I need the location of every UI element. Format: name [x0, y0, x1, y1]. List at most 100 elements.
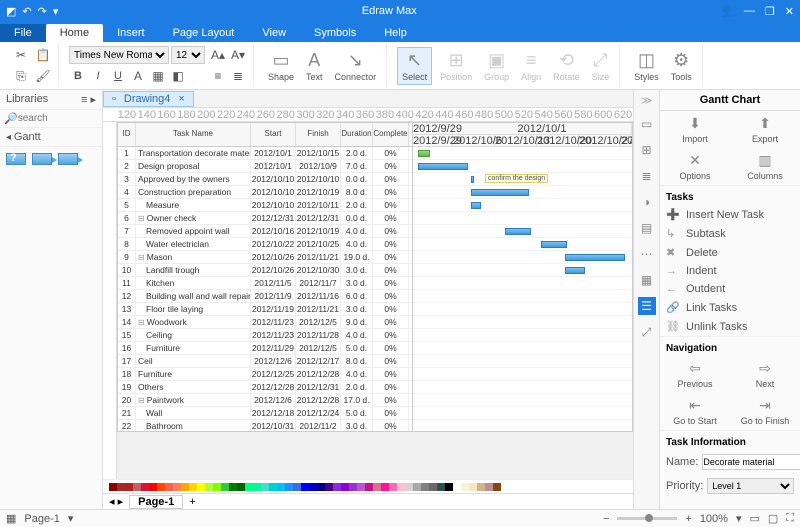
window-restore-icon[interactable]: ❐	[765, 5, 775, 18]
align-button[interactable]: ≡Align	[517, 48, 545, 84]
color-swatch[interactable]	[333, 483, 341, 491]
font-family-select[interactable]: Times New Roman	[69, 46, 169, 64]
color-swatch[interactable]	[109, 483, 117, 491]
add-page-icon[interactable]: +	[189, 496, 195, 508]
indent-button[interactable]: →Indent	[660, 262, 800, 280]
tab-file[interactable]: File	[0, 24, 46, 42]
bold-icon[interactable]: B	[69, 67, 87, 85]
tab-view[interactable]: View	[248, 24, 300, 42]
table-row[interactable]: 19Others2012/12/282012/12/312.0 d.0%	[118, 381, 412, 394]
table-row[interactable]: 18Furniture2012/12/252012/12/284.0 d.0%	[118, 368, 412, 381]
import-button[interactable]: ⬇Import	[665, 115, 725, 144]
color-swatch[interactable]	[437, 483, 445, 491]
table-row[interactable]: 6⊟Owner check2012/12/312012/12/310.0 d.0…	[118, 212, 412, 225]
select-button[interactable]: ↖Select	[397, 47, 432, 85]
color-swatch[interactable]	[285, 483, 293, 491]
libraries-menu-icon[interactable]: ≡ ▸	[81, 93, 96, 106]
close-tab-icon[interactable]: ×	[178, 93, 184, 105]
priority-select[interactable]: Level 1	[707, 478, 794, 494]
clear-format-icon[interactable]: ◧	[169, 67, 187, 85]
previous-button[interactable]: ⇦Previous	[665, 360, 725, 389]
font-color-icon[interactable]: A	[129, 67, 147, 85]
highlight-icon[interactable]: ▦	[149, 67, 167, 85]
unlink-tasks-button[interactable]: ⛓Unlink Tasks	[660, 317, 800, 336]
italic-icon[interactable]: I	[89, 67, 107, 85]
color-swatch[interactable]	[461, 483, 469, 491]
table-row[interactable]: 14⊟Woodwork2012/11/232012/12/59.0 d.0%	[118, 316, 412, 329]
window-minimize-icon[interactable]: —	[744, 5, 755, 18]
text-button[interactable]: AText	[302, 48, 327, 84]
color-swatch[interactable]	[221, 483, 229, 491]
sb-shape-icon[interactable]: ▭	[638, 115, 656, 133]
table-row[interactable]: 1Transportation decorate material2012/10…	[118, 147, 412, 160]
gantt-bar[interactable]	[505, 228, 531, 235]
gantt-shape-3[interactable]	[58, 153, 78, 165]
gantt-shape-2[interactable]	[32, 153, 52, 165]
color-swatch[interactable]	[421, 483, 429, 491]
window-user-icon[interactable]: 👤	[720, 5, 734, 18]
tab-home[interactable]: Home	[46, 24, 103, 42]
table-row[interactable]: 7Removed appoint wall2012/10/162012/10/1…	[118, 225, 412, 238]
color-swatch[interactable]	[157, 483, 165, 491]
shape-button[interactable]: ▭Shape	[264, 48, 298, 84]
insert-task-button[interactable]: ➕Insert New Task	[660, 205, 800, 224]
gantt-bar[interactable]	[471, 189, 529, 196]
subtask-button[interactable]: ↳Subtask	[660, 224, 800, 243]
outdent-button[interactable]: ←Outdent	[660, 280, 800, 298]
app-logo-icon[interactable]: ◩	[6, 5, 16, 18]
color-swatch[interactable]	[245, 483, 253, 491]
color-swatch[interactable]	[341, 483, 349, 491]
tab-insert[interactable]: Insert	[103, 24, 159, 42]
task-name-input[interactable]	[702, 454, 800, 470]
color-swatch[interactable]	[365, 483, 373, 491]
table-row[interactable]: 22Bathroom2012/10/312012/11/23.0 d.0%	[118, 420, 412, 431]
sb-theme-icon[interactable]: ◑	[638, 193, 656, 211]
zoom-in-icon[interactable]: +	[685, 513, 691, 525]
color-swatch[interactable]	[205, 483, 213, 491]
underline-icon[interactable]: U	[109, 67, 127, 85]
gantt-bar[interactable]	[418, 150, 430, 157]
sb-gantt-icon[interactable]: ☰	[638, 297, 656, 315]
link-tasks-button[interactable]: 🔗Link Tasks	[660, 298, 800, 317]
rotate-button[interactable]: ⟲Rotate	[549, 48, 584, 84]
zoom-out-icon[interactable]: −	[603, 513, 609, 525]
gantt-bar[interactable]	[565, 254, 625, 261]
decrease-font-icon[interactable]: A▾	[229, 46, 247, 64]
group-button[interactable]: ▣Group	[480, 48, 513, 84]
sb-grid-icon[interactable]: ⊞	[638, 141, 656, 159]
zoom-level[interactable]: 100%	[700, 513, 728, 525]
table-row[interactable]: 17Ceil2012/12/62012/12/178.0 d.0%	[118, 355, 412, 368]
color-swatch[interactable]	[357, 483, 365, 491]
color-swatch[interactable]	[253, 483, 261, 491]
delete-task-button[interactable]: ✖Delete	[660, 243, 800, 262]
table-row[interactable]: 12Building wall and wall repair2012/11/9…	[118, 290, 412, 303]
collapse-panel-icon[interactable]: ≫	[641, 94, 653, 107]
gantt-bar[interactable]	[471, 176, 474, 183]
color-swatch[interactable]	[213, 483, 221, 491]
color-swatch[interactable]	[413, 483, 421, 491]
undo-icon[interactable]: ↶	[22, 5, 31, 18]
tab-help[interactable]: Help	[370, 24, 421, 42]
styles-button[interactable]: ◫Styles	[630, 48, 663, 84]
go-finish-button[interactable]: ⇥Go to Finish	[735, 397, 795, 426]
sb-expand-icon[interactable]: ⤢	[638, 323, 656, 341]
table-row[interactable]: 13Floor tile laying2012/11/192012/11/213…	[118, 303, 412, 316]
color-swatch[interactable]	[453, 483, 461, 491]
columns-button[interactable]: ▥Columns	[735, 152, 795, 181]
color-swatch[interactable]	[389, 483, 397, 491]
fullscreen-icon[interactable]: ⛶	[786, 512, 794, 525]
color-swatch[interactable]	[141, 483, 149, 491]
export-button[interactable]: ⬆Export	[735, 115, 795, 144]
window-close-icon[interactable]: ✕	[785, 5, 794, 18]
connector-button[interactable]: ↘Connector	[331, 48, 381, 84]
color-swatch[interactable]	[477, 483, 485, 491]
color-swatch[interactable]	[309, 483, 317, 491]
color-swatch[interactable]	[325, 483, 333, 491]
color-swatch[interactable]	[397, 483, 405, 491]
color-swatch[interactable]	[445, 483, 453, 491]
color-swatch[interactable]	[117, 483, 125, 491]
format-painter-icon[interactable]: 🖌	[34, 67, 52, 85]
col-complete[interactable]: Complete	[373, 123, 409, 146]
gantt-bar[interactable]	[418, 163, 468, 170]
color-swatch[interactable]	[301, 483, 309, 491]
